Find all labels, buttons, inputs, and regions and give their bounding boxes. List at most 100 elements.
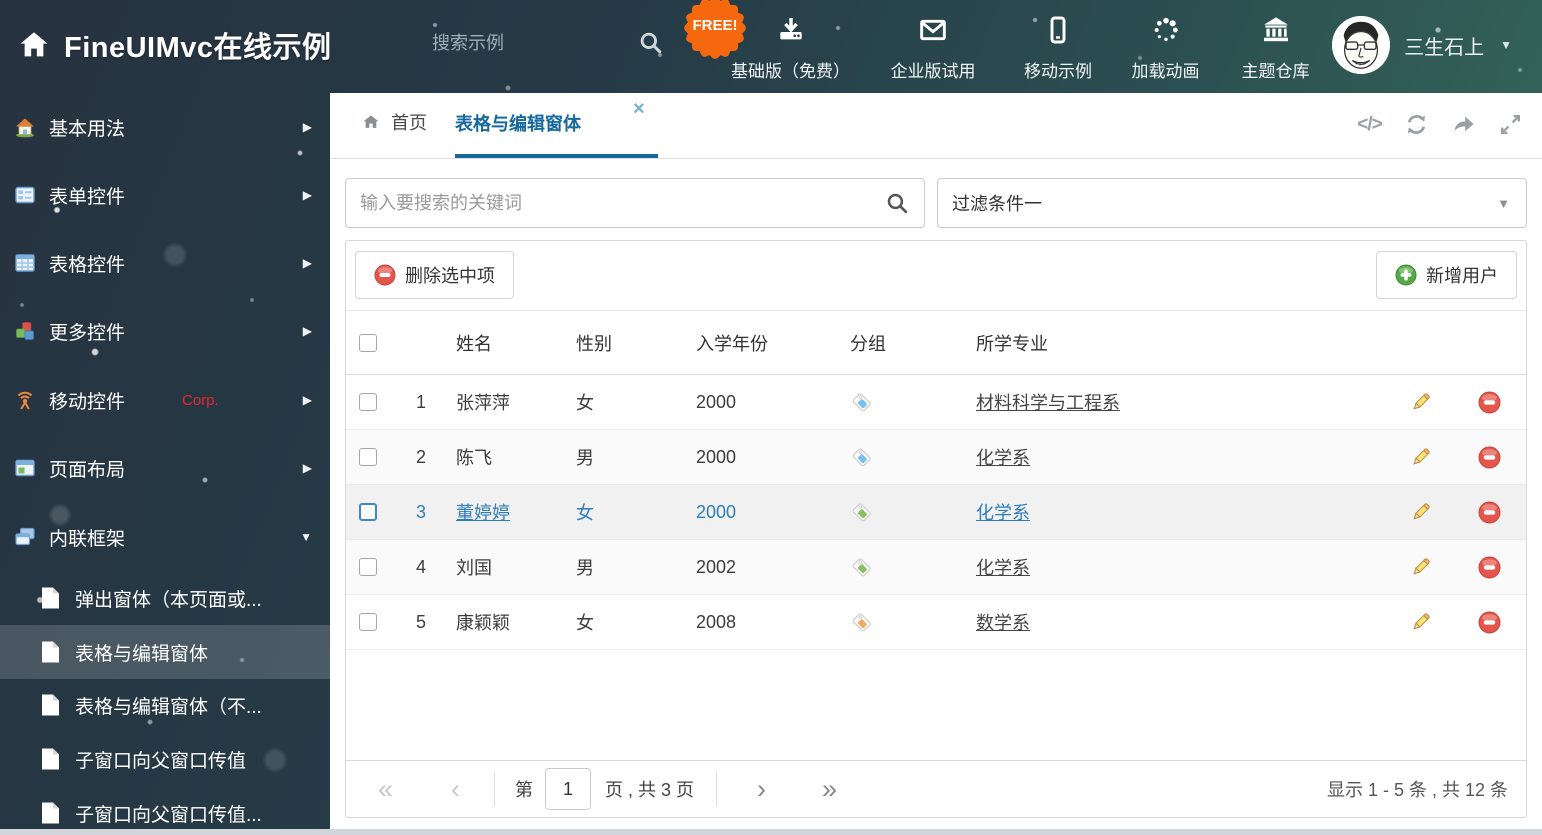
select-all-checkbox[interactable] [359, 333, 377, 352]
row-checkbox[interactable] [359, 558, 377, 576]
brand[interactable]: FineUIMvc在线示例 [16, 24, 332, 66]
row-checkbox[interactable] [359, 613, 377, 631]
search-icon[interactable] [885, 191, 910, 216]
edit-icon[interactable] [1408, 444, 1434, 470]
col-group[interactable]: 分组 [826, 330, 956, 356]
submenu-item-label: 子窗口向父窗口传值... [75, 804, 262, 826]
close-icon[interactable]: × [633, 99, 645, 119]
row-group-cell [826, 445, 956, 469]
nav-item-label: 企业版试用 [890, 62, 976, 81]
tab-home[interactable]: 首页 [360, 109, 427, 135]
submenu-item-grid-edit-window[interactable]: 表格与编辑窗体 [0, 625, 330, 679]
sidebar-item-label: 表单控件 [49, 186, 126, 208]
row-group-cell [826, 500, 956, 524]
add-user-button[interactable]: 新增用户 [1376, 251, 1517, 299]
submenu-item-popup-window[interactable]: 弹出窗体（本页面或... [0, 571, 330, 625]
col-year[interactable]: 入学年份 [676, 330, 826, 356]
nav-item-basic-edition[interactable]: 基础版（免费） [718, 14, 863, 82]
pagination-summary: 显示 1 - 5 条 , 共 12 条 [1326, 780, 1508, 800]
main-content: 首页 表格与编辑窗体 × </> 输入要搜索的关键词 过滤条件一 ▼ 删除选中项… [330, 93, 1542, 835]
row-checkbox[interactable] [359, 393, 377, 411]
edit-icon[interactable] [1408, 609, 1434, 635]
nav-item-mobile-demo[interactable]: 移动示例 [1003, 14, 1113, 82]
table-row[interactable]: 1 张萍萍 女 2000 材料科学与工程系 [346, 375, 1526, 430]
row-name: 陈飞 [456, 448, 492, 468]
row-group-cell [826, 390, 956, 414]
sidebar-item-more-controls[interactable]: 更多控件 ▶ [0, 311, 330, 351]
submenu-item-grid-edit-window-2[interactable]: 表格与编辑窗体（不... [0, 678, 330, 732]
prev-page-button[interactable]: ‹ [451, 775, 460, 803]
major-link[interactable]: 化学系 [976, 558, 1030, 578]
search-icon[interactable] [638, 30, 664, 56]
delete-row-icon[interactable] [1476, 499, 1502, 525]
sidebar-item-label: 基本用法 [49, 118, 126, 140]
row-year: 2000 [696, 446, 737, 467]
nav-item-loading-animation[interactable]: 加载动画 [1113, 14, 1218, 82]
code-icon[interactable]: </> [1356, 111, 1383, 138]
delete-row-icon[interactable] [1476, 444, 1502, 470]
tab-label: 首页 [391, 113, 427, 133]
col-name[interactable]: 姓名 [436, 330, 556, 356]
add-user-label: 新增用户 [1426, 266, 1498, 286]
delete-row-icon[interactable] [1476, 609, 1502, 635]
submenu-item-child-to-parent[interactable]: 子窗口向父窗口传值 [0, 732, 330, 786]
row-index: 3 [415, 501, 426, 522]
edit-icon[interactable] [1408, 389, 1434, 415]
table-row[interactable]: 4 刘国 男 2002 化学系 [346, 540, 1526, 595]
tag-icon [852, 503, 871, 522]
row-name: 刘国 [456, 558, 492, 578]
spinner-icon [1150, 14, 1182, 51]
row-group-cell [826, 610, 956, 634]
delete-row-icon[interactable] [1476, 389, 1502, 415]
nav-item-theme-repo[interactable]: 主题仓库 [1218, 14, 1333, 82]
home-tab-icon [360, 112, 382, 132]
tab-grid-edit-window[interactable]: 表格与编辑窗体 × [455, 93, 658, 158]
table-row[interactable]: 2 陈飞 男 2000 化学系 [346, 430, 1526, 485]
grid-header-row: 姓名 性别 入学年份 分组 所学专业 [346, 311, 1526, 375]
sidebar-item-form-controls[interactable]: 表单控件 ▶ [0, 175, 330, 215]
filter-dropdown[interactable]: 过滤条件一 ▼ [937, 178, 1527, 228]
file-icon [40, 801, 61, 825]
top-header: FineUIMvc在线示例 FREE! 基础版（免费） [0, 0, 1542, 93]
edit-icon[interactable] [1408, 554, 1434, 580]
nav-item-enterprise-trial[interactable]: 企业版试用 [863, 14, 1003, 82]
table-row-selected[interactable]: 3 董婷婷 女 2000 化学系 [346, 485, 1526, 540]
next-page-button[interactable]: › [757, 775, 766, 803]
table-row[interactable]: 5 康颖颖 女 2008 数学系 [346, 595, 1526, 650]
last-page-button[interactable]: » [822, 775, 837, 803]
horizontal-scrollbar[interactable] [0, 829, 1542, 835]
row-checkbox[interactable] [359, 503, 377, 521]
sidebar-item-label: 移动控件 [49, 391, 126, 413]
file-icon [40, 747, 61, 771]
sidebar-item-basic-usage[interactable]: 基本用法 ▶ [0, 107, 330, 147]
page-input[interactable] [545, 768, 592, 810]
user-menu[interactable]: 三生石上 ▼ [1332, 16, 1512, 74]
refresh-icon[interactable] [1403, 111, 1430, 138]
sidebar-item-page-layout[interactable]: 页面布局 ▶ [0, 448, 330, 488]
major-link[interactable]: 化学系 [976, 448, 1030, 468]
edit-icon[interactable] [1408, 499, 1434, 525]
header-search-input[interactable] [430, 31, 574, 55]
grid-search-input[interactable] [346, 192, 885, 214]
app-title: FineUIMvc在线示例 [64, 32, 332, 64]
bank-icon [1260, 14, 1292, 51]
major-link[interactable]: 材料科学与工程系 [976, 393, 1120, 413]
sidebar-item-mobile-controls[interactable]: 移动控件 Corp. ▶ [0, 380, 330, 420]
expand-icon[interactable] [1497, 111, 1524, 138]
row-checkbox[interactable] [359, 448, 377, 466]
submenu-item-child-to-parent-2[interactable]: 子窗口向父窗口传值... [0, 786, 330, 835]
sidebar-item-iframe[interactable]: 内联框架 ▼ [0, 517, 330, 557]
first-page-button[interactable]: « [378, 775, 393, 803]
share-icon[interactable] [1450, 111, 1477, 138]
major-link[interactable]: 数学系 [976, 613, 1030, 633]
delete-selected-button[interactable]: 删除选中项 [355, 251, 514, 299]
row-gender: 女 [576, 503, 594, 523]
col-major[interactable]: 所学专业 [956, 330, 1390, 356]
col-gender[interactable]: 性别 [556, 330, 676, 356]
major-link[interactable]: 化学系 [976, 503, 1030, 523]
sidebar-item-grid-controls[interactable]: 表格控件 ▶ [0, 243, 330, 283]
delete-row-icon[interactable] [1476, 554, 1502, 580]
chevron-right-icon: ▶ [302, 461, 312, 475]
tag-icon [852, 393, 871, 412]
row-year: 2000 [696, 501, 737, 522]
